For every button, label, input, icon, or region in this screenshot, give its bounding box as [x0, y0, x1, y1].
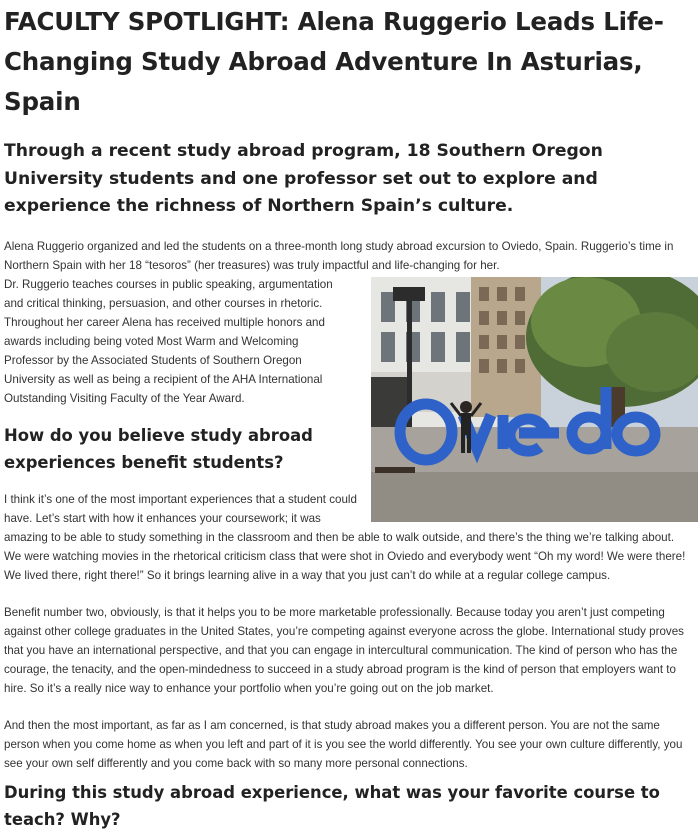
question-heading: During this study abroad experience, wha… — [4, 782, 660, 829]
answer-paragraph: And then the most important, as far as I… — [4, 718, 683, 770]
bio-paragraph: Dr. Ruggerio teaches courses in public s… — [4, 277, 333, 405]
answer-paragraph: Benefit number two, obviously, is that i… — [4, 605, 684, 695]
question-heading: How do you believe study abroad experien… — [4, 425, 313, 472]
article: FACULTY SPOTLIGHT: Alena Ruggerio Leads … — [0, 0, 699, 833]
intro-paragraph: Alena Ruggerio organized and led the stu… — [4, 239, 674, 272]
article-title: FACULTY SPOTLIGHT: Alena Ruggerio Leads … — [4, 7, 664, 116]
oviedo-sign-photo — [371, 276, 698, 522]
article-deck: Through a recent study abroad program, 1… — [4, 141, 603, 216]
